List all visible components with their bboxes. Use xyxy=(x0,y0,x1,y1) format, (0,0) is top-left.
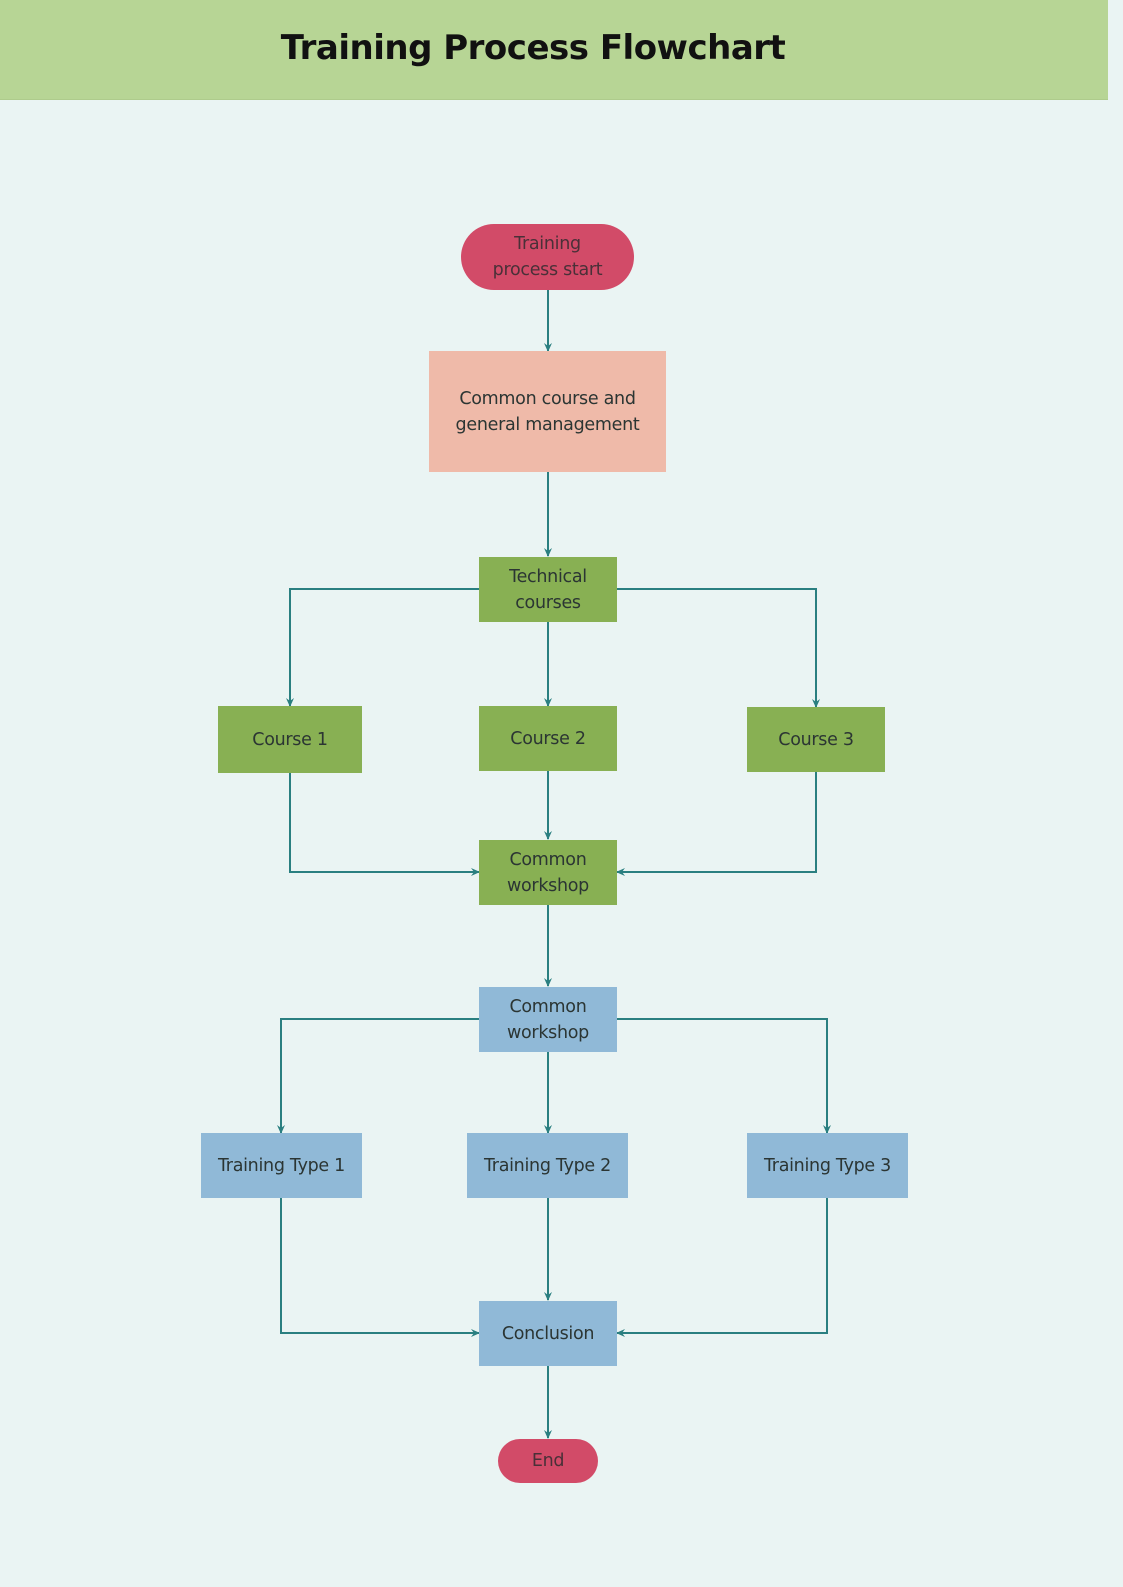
node-training-type-3[interactable]: Training Type 3 xyxy=(747,1133,908,1198)
node-start[interactable]: Training process start xyxy=(461,224,634,290)
node-conclusion-label: Conclusion xyxy=(501,1323,595,1344)
node-common-workshop-blue[interactable]: Common workshop xyxy=(479,987,617,1052)
node-training-type-3-label: Training Type 3 xyxy=(763,1155,891,1176)
node-course-2-label: Course 2 xyxy=(510,728,586,749)
node-common-workshop-blue-label: Common workshop xyxy=(507,996,589,1043)
edge-course3-to-workshop xyxy=(616,772,817,876)
edge-workshop-to-type3 xyxy=(617,1018,831,1134)
node-common-course-label: Common course and general management xyxy=(455,388,640,435)
edge-type3-to-conclusion xyxy=(616,1198,828,1337)
edge-course1-to-workshop xyxy=(289,773,480,876)
node-end[interactable]: End xyxy=(498,1439,598,1483)
node-course-1[interactable]: Course 1 xyxy=(218,706,362,773)
node-start-label: Training process start xyxy=(492,234,603,280)
node-training-type-2[interactable]: Training Type 2 xyxy=(467,1133,628,1198)
node-technical-courses-label: Technical courses xyxy=(509,566,587,613)
node-course-1-label: Course 1 xyxy=(252,729,328,750)
node-common-workshop-green-label: Common workshop xyxy=(507,849,589,896)
node-course-3[interactable]: Course 3 xyxy=(747,707,885,772)
node-training-type-2-label: Training Type 2 xyxy=(483,1155,611,1176)
node-training-type-1-label: Training Type 1 xyxy=(217,1155,345,1176)
node-course-2[interactable]: Course 2 xyxy=(479,706,617,771)
edge-technical-to-course3 xyxy=(617,588,820,708)
edge-workshop-to-type1 xyxy=(277,1018,479,1134)
node-end-label: End xyxy=(531,1451,565,1471)
edge-type1-to-conclusion xyxy=(280,1198,480,1337)
node-common-workshop-green[interactable]: Common workshop xyxy=(479,840,617,905)
node-conclusion[interactable]: Conclusion xyxy=(479,1301,617,1366)
node-common-course[interactable]: Common course and general management xyxy=(429,351,666,472)
node-technical-courses[interactable]: Technical courses xyxy=(479,557,617,622)
node-course-3-label: Course 3 xyxy=(778,729,854,750)
edge-technical-to-course1 xyxy=(286,588,479,707)
node-training-type-1[interactable]: Training Type 1 xyxy=(201,1133,362,1198)
